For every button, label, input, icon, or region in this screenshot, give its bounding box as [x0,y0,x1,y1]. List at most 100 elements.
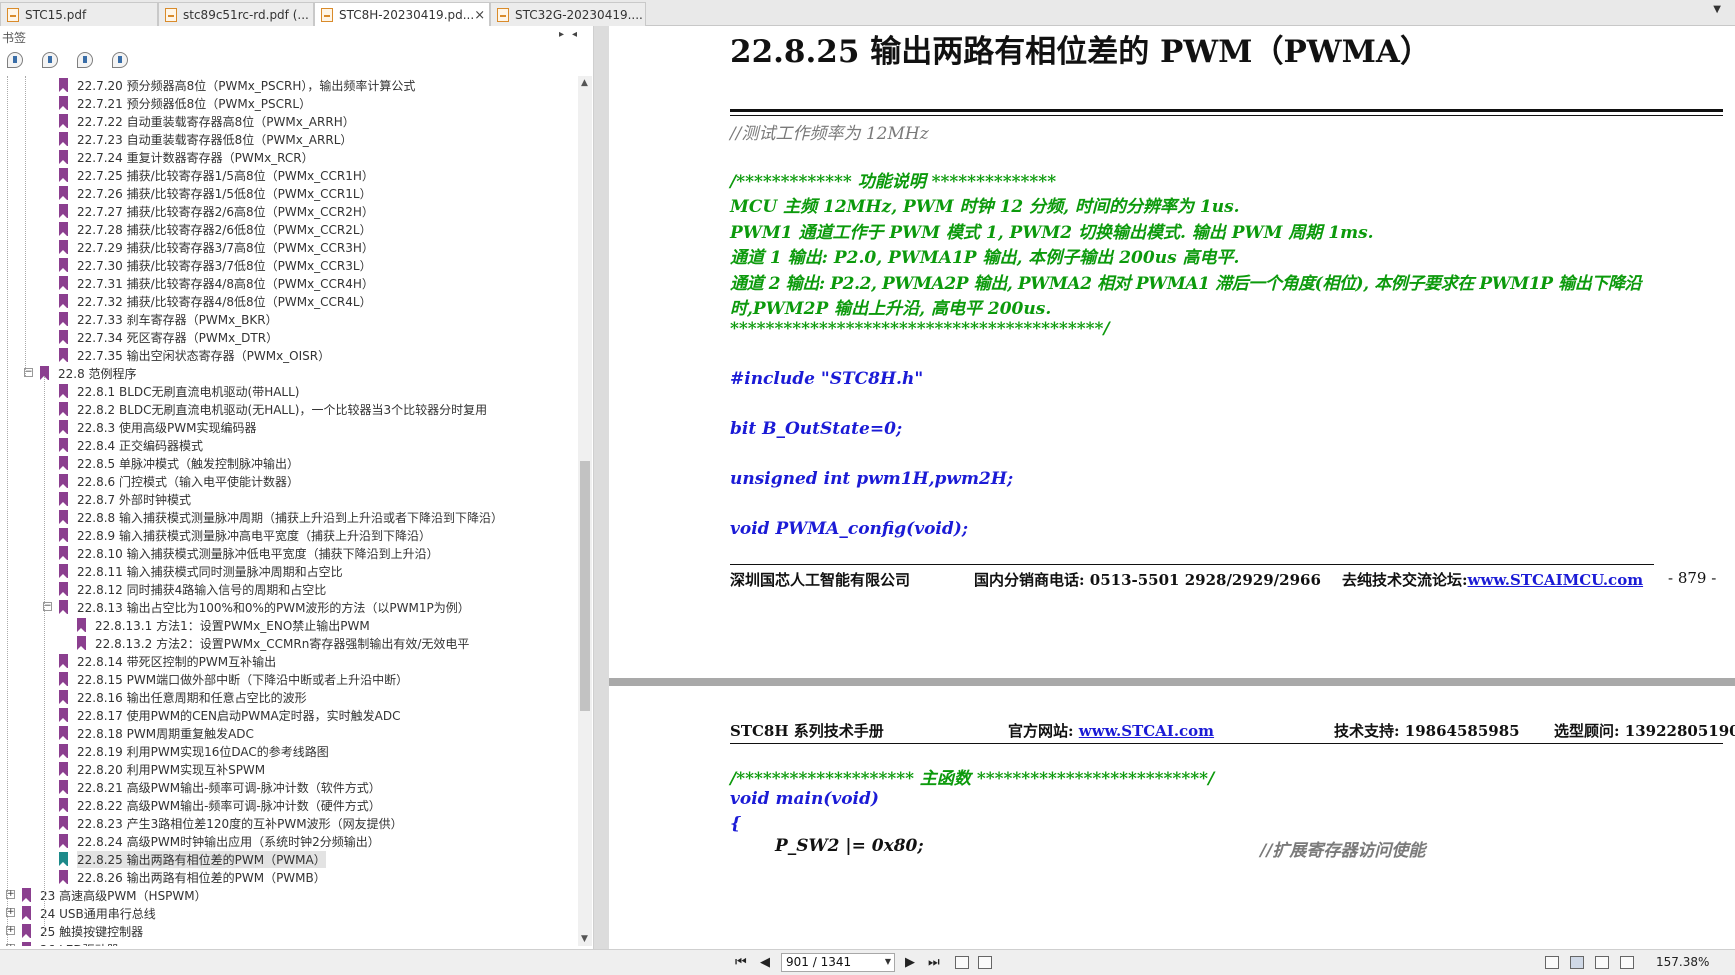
bookmark-item[interactable]: 22.7.28 捕获/比较寄存器2/6低8位（PWMx_CCR2L） [0,220,576,238]
bookmark-label: 22.8.6 门控模式（输入电平使能计数器） [77,475,299,489]
bookmark-item[interactable]: 22.7.31 捕获/比较寄存器4/8高8位（PWMx_CCR4H） [0,274,576,292]
bookmark-item[interactable]: 22.7.29 捕获/比较寄存器3/7高8位（PWMx_CCR3H） [0,238,576,256]
tab-stc8h[interactable]: STC8H-20230419.pd... × [314,2,490,27]
bookmark-icon [59,798,68,812]
tab-stc89c51[interactable]: stc89c51rc-rd.pdf (... [158,2,314,26]
bookmark-icon [59,510,68,524]
bookmark-item[interactable]: 22.7.30 捕获/比较寄存器3/7低8位（PWMx_CCR3L） [0,256,576,274]
bookmark-item[interactable]: 22.7.24 重复计数器寄存器（PWMx_RCR） [0,148,576,166]
facing-view-icon[interactable] [1595,956,1609,969]
bookmark-item[interactable]: 22.7.20 预分频器高8位（PWMx_PSCRH），输出频率计算公式 [0,76,576,94]
bookmark-item[interactable]: 22.8.19 利用PWM实现16位DAC的参考线路图 [0,742,576,760]
bookmark-item[interactable]: +24 USB通用串行总线 [0,904,576,922]
bookmark-item[interactable]: 22.8.10 输入捕获模式测量脉冲低电平宽度（捕获下降沿到上升沿） [0,544,576,562]
fit-page-icon[interactable] [978,956,992,969]
bookmark-label: 22.8.16 输出任意周期和任意占空比的波形 [77,691,307,705]
scroll-down-icon[interactable]: ▼ [581,934,588,944]
bookmark-item[interactable]: 22.8.13.1 方法1：设置PWMx_ENO禁止输出PWM [0,616,576,634]
continuous-view-icon[interactable] [1570,956,1584,969]
bookmark-item[interactable]: 22.8.22 高级PWM输出-频率可调-脉冲计数（硬件方式） [0,796,576,814]
bookmark-item[interactable]: +26 LED驱动器 [0,940,576,946]
rotate-view-icon[interactable] [955,956,969,969]
scroll-up-icon[interactable]: ▲ [581,78,588,88]
bookmark-item[interactable]: −22.8.13 输出占空比为100%和0%的PWM波形的方法（以PWM1P为例… [0,598,576,616]
expand-bookmark-icon[interactable] [7,52,23,68]
bookmark-item[interactable]: 22.7.32 捕获/比较寄存器4/8低8位（PWMx_CCR4L） [0,292,576,310]
bookmark-item[interactable]: 22.8.17 使用PWM的CEN启动PWMA定时器，实时触发ADC [0,706,576,724]
bookmark-label: 22.7.29 捕获/比较寄存器3/7高8位（PWMx_CCR3H） [77,241,374,255]
previous-page-icon[interactable]: ◀ [760,955,770,970]
single-page-view-icon[interactable] [1545,956,1559,969]
bookmark-item[interactable]: 22.8.15 PWM端口做外部中断（下降沿中断或者上升沿中断） [0,670,576,688]
bookmark-item[interactable]: 22.8.18 PWM周期重复触发ADC [0,724,576,742]
bookmark-item[interactable]: −22.8 范例程序 [0,364,576,382]
first-page-icon[interactable]: ⏮ [735,955,747,970]
bookmark-item[interactable]: 22.8.8 输入捕获模式测量脉冲周期（捕获上升沿到上升沿或者下降沿到下降沿） [0,508,576,526]
tree-guide-line [25,76,26,376]
bookmark-label: 22.7.33 刹车寄存器（PWMx_BKR） [77,313,278,327]
bookmark-item[interactable]: 22.7.25 捕获/比较寄存器1/5高8位（PWMx_CCR1H） [0,166,576,184]
tab-stc15[interactable]: STC15.pdf [0,2,158,26]
bookmark-flag-icon[interactable] [77,52,93,68]
bookmark-item[interactable]: 22.8.3 使用高级PWM实现编码器 [0,418,576,436]
bookmark-item[interactable]: 22.7.27 捕获/比较寄存器2/6高8位（PWMx_CCR2H） [0,202,576,220]
page-number-input[interactable]: 901 / 1341 ▼ [781,953,895,972]
bookmark-item[interactable]: 22.8.21 高级PWM输出-频率可调-脉冲计数（软件方式） [0,778,576,796]
bookmark-item[interactable]: 22.8.20 利用PWM实现互补SPWM [0,760,576,778]
bookmark-label: 22.8.2 BLDC无刷直流电机驱动(无HALL)，一个比较器当3个比较器分时… [77,403,488,417]
bookmark-icon [59,204,68,218]
bookmark-item[interactable]: 22.8.14 带死区控制的PWM互补输出 [0,652,576,670]
bookmark-find-icon[interactable] [112,52,128,68]
bookmark-item[interactable]: 22.7.23 自动重装载寄存器低8位（PWMx_ARRL） [0,130,576,148]
bookmark-label: 22.7.35 输出空闲状态寄存器（PWMx_OISR） [77,349,331,363]
close-tab-icon[interactable]: × [474,8,485,23]
panel-splitter[interactable] [594,26,609,949]
bookmark-item[interactable]: 22.8.23 产生3路相位差120度的互补PWM波形（网友提供） [0,814,576,832]
bookmark-icon [59,168,68,182]
chevron-down-icon[interactable]: ▼ [885,957,891,966]
bookmark-item[interactable]: 22.8.9 输入捕获模式测量脉冲高电平宽度（捕获上升沿到下降沿） [0,526,576,544]
bookmark-item[interactable]: 22.8.5 单脉冲模式（触发控制脉冲输出） [0,454,576,472]
bookmark-item[interactable]: +23 高速高级PWM（HSPWM） [0,886,576,904]
next-page-icon[interactable]: ▶ [905,955,915,970]
tab-list-dropdown-icon[interactable]: ▼ [1713,4,1721,15]
heading-rule [730,109,1723,112]
code-comment: //扩展寄存器访问使能 [1260,841,1426,861]
panel-controls[interactable]: ▸◂ [559,29,585,40]
continuous-facing-view-icon[interactable] [1620,956,1634,969]
bookmark-item[interactable]: 22.7.34 死区寄存器（PWMx_DTR） [0,328,576,346]
site-link[interactable]: www.STCAI.com [1079,722,1214,740]
bookmark-item[interactable]: 22.8.13.2 方法2：设置PWMx_CCMRn寄存器强制输出有效/无效电平 [0,634,576,652]
zoom-level[interactable]: 157.38% [1656,955,1709,969]
pdf-file-icon [7,7,19,22]
forum-link[interactable]: www.STCAIMCU.com [1468,571,1644,589]
bookmark-item[interactable]: 22.8.1 BLDC无刷直流电机驱动(带HALL) [0,382,576,400]
bookmark-label: 24 USB通用串行总线 [40,907,156,921]
bookmark-item[interactable]: 22.8.26 输出两路有相位差的PWM（PWMB） [0,868,576,886]
bookmark-item[interactable]: 22.7.33 刹车寄存器（PWMx_BKR） [0,310,576,328]
tab-stc32g[interactable]: STC32G-20230419.... [490,2,646,26]
bookmark-icon [59,600,68,614]
last-page-icon[interactable]: ⏭ [928,955,940,970]
bookmark-item[interactable]: 22.8.24 高级PWM时钟输出应用（系统时钟2分频输出） [0,832,576,850]
bookmark-item[interactable]: 22.8.6 门控模式（输入电平使能计数器） [0,472,576,490]
bookmark-item[interactable]: 22.8.11 输入捕获模式同时测量脉冲周期和占空比 [0,562,576,580]
bookmark-item[interactable]: 22.7.35 输出空闲状态寄存器（PWMx_OISR） [0,346,576,364]
collapse-bookmark-icon[interactable] [42,52,58,68]
bookmark-item[interactable]: 22.8.4 正交编码器模式 [0,436,576,454]
bookmark-item[interactable]: 22.8.2 BLDC无刷直流电机驱动(无HALL)，一个比较器当3个比较器分时… [0,400,576,418]
bookmark-scrollbar[interactable]: ▲ ▼ [578,76,592,946]
pdf-page-879: 22.8.25 输出两路有相位差的 PWM（PWMA） //测试工作频率为 12… [609,26,1735,678]
bookmark-item[interactable]: 22.8.7 外部时钟模式 [0,490,576,508]
bookmark-icon [22,924,31,938]
bookmark-item[interactable]: 22.8.12 同时捕获4路输入信号的周期和占空比 [0,580,576,598]
scrollbar-thumb[interactable] [580,461,590,711]
bookmark-item[interactable]: 22.7.21 预分频器低8位（PWMx_PSCRL） [0,94,576,112]
bookmark-item[interactable]: 22.8.25 输出两路有相位差的PWM（PWMA） [0,850,576,868]
bookmark-icon [59,492,68,506]
bookmark-item[interactable]: 22.7.22 自动重装载寄存器高8位（PWMx_ARRH） [0,112,576,130]
bookmark-item[interactable]: 22.7.26 捕获/比较寄存器1/5低8位（PWMx_CCR1L） [0,184,576,202]
bookmark-item[interactable]: +25 触摸按键控制器 [0,922,576,940]
tab-label: STC8H-20230419.pd... [339,8,475,22]
bookmark-item[interactable]: 22.8.16 输出任意周期和任意占空比的波形 [0,688,576,706]
